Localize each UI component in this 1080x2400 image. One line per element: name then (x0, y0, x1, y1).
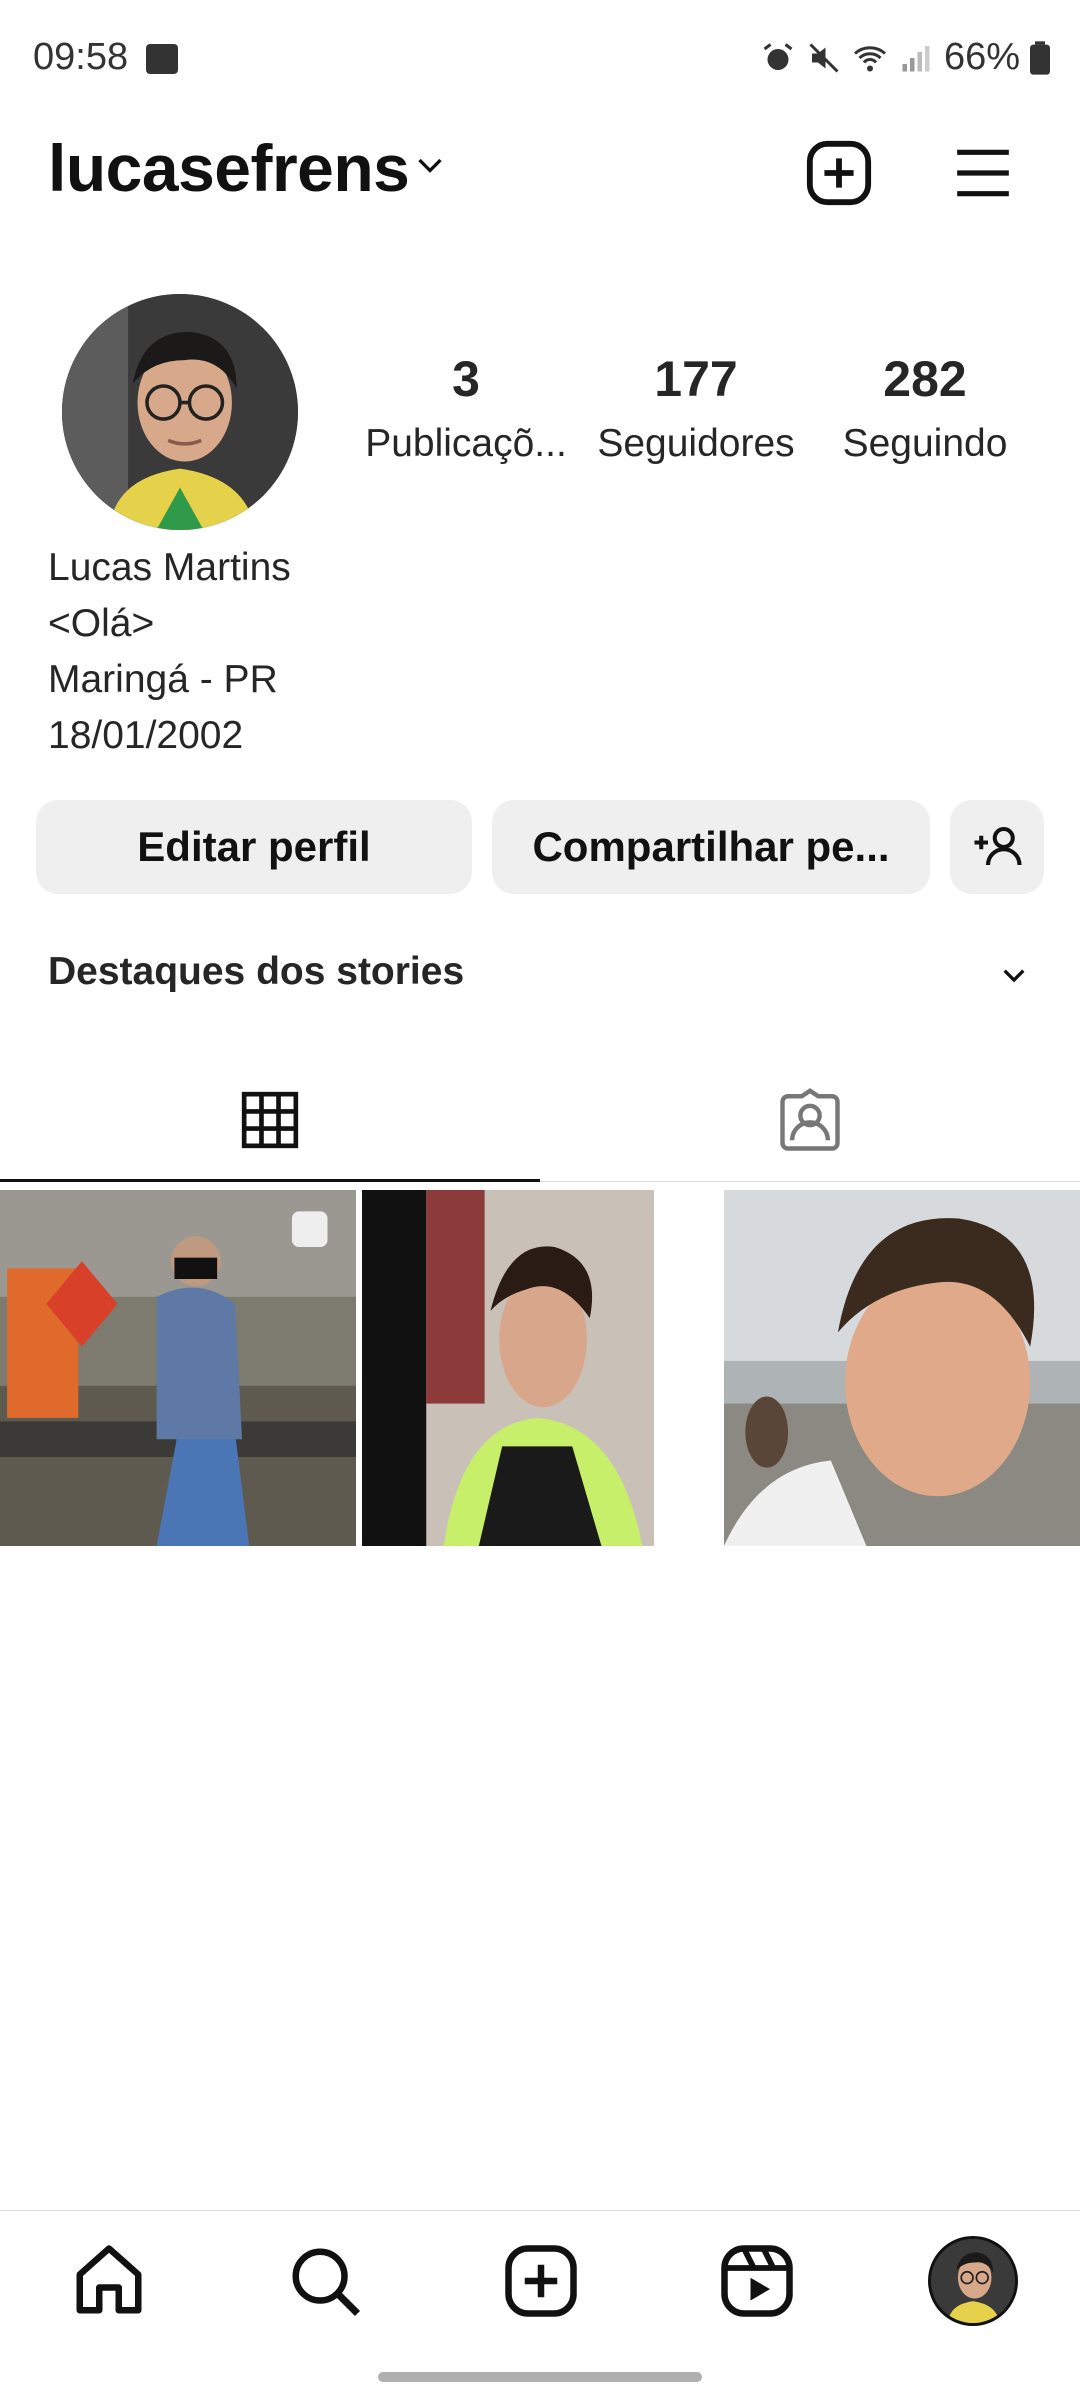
bio-location: Maringá - PR (48, 658, 278, 701)
bio-line: <Olá> (48, 602, 155, 645)
post-thumbnail[interactable] (724, 1190, 1080, 1546)
signal-icon (902, 45, 930, 71)
add-person-icon (974, 826, 1022, 866)
create-icon[interactable] (502, 2242, 580, 2320)
share-profile-button[interactable]: Compartilhar pe... (492, 800, 930, 894)
status-right: 66% (760, 36, 1050, 79)
stat-following-value: 282 (883, 351, 967, 407)
edit-profile-button[interactable]: Editar perfil (36, 800, 472, 894)
bio-birthdate: 18/01/2002 (48, 714, 244, 757)
tagged-icon (780, 1087, 840, 1151)
mute-icon (809, 42, 839, 73)
status-time: 09:58 (33, 36, 129, 78)
stat-following[interactable]: 282 Seguindo (815, 350, 1035, 466)
tab-tagged[interactable] (540, 1060, 1080, 1182)
chevron-down-icon[interactable] (412, 148, 448, 184)
grid-icon (241, 1091, 299, 1148)
bio: Lucas Martins <Olá> Maringá - PR 18/01/2… (48, 540, 291, 764)
stat-posts-label: Publicaçõ... (365, 422, 567, 465)
battery-icon (1030, 40, 1050, 75)
stat-posts[interactable]: 3 Publicaçõ... (356, 350, 576, 466)
menu-icon[interactable] (950, 142, 1016, 204)
search-icon[interactable] (286, 2242, 364, 2320)
stat-following-label: Seguindo (842, 422, 1008, 465)
profile-tab-avatar[interactable] (928, 2236, 1018, 2326)
profile-avatar[interactable] (62, 294, 298, 530)
post-thumbnail[interactable] (0, 1190, 356, 1546)
chevron-down-icon[interactable] (998, 960, 1030, 992)
home-icon[interactable] (70, 2242, 148, 2320)
alarm-icon (763, 42, 793, 70)
highlights-title[interactable]: Destaques dos stories (48, 950, 464, 994)
stat-posts-value: 3 (452, 351, 480, 407)
discover-people-button[interactable] (950, 800, 1044, 894)
stat-followers-value: 177 (654, 351, 738, 407)
stat-followers-label: Seguidores (597, 422, 795, 465)
carousel-icon (291, 1211, 328, 1247)
home-indicator[interactable] (378, 2372, 702, 2382)
image-icon (146, 44, 178, 74)
new-post-icon[interactable] (804, 138, 874, 208)
stat-followers[interactable]: 177 Seguidores (586, 350, 806, 466)
bio-name: Lucas Martins (48, 546, 291, 589)
username[interactable]: lucasefrens (48, 130, 410, 206)
reels-icon[interactable] (718, 2242, 796, 2320)
tab-grid[interactable] (0, 1060, 540, 1182)
post-thumbnail[interactable] (362, 1190, 654, 1546)
battery-percent: 66% (943, 36, 1020, 78)
wifi-icon (853, 45, 886, 71)
